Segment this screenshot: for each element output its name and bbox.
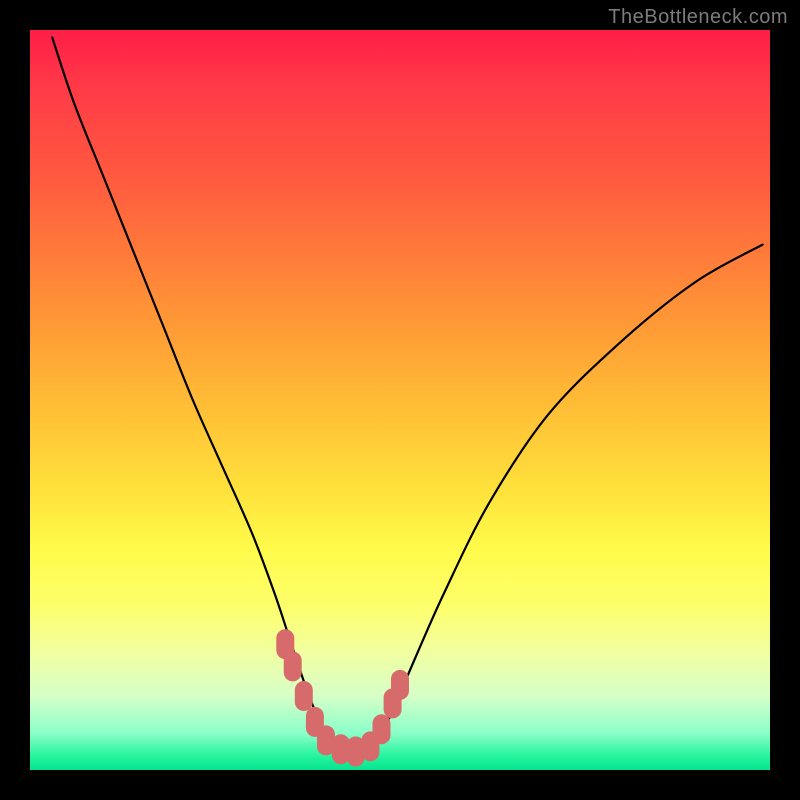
highlight-markers [276, 629, 409, 766]
bottleneck-curve-line [52, 37, 762, 753]
watermark-text: TheBottleneck.com [608, 6, 788, 29]
chart-plot [30, 30, 770, 770]
highlight-marker [373, 714, 391, 744]
highlight-marker [391, 670, 409, 700]
highlight-marker [284, 651, 302, 681]
highlight-marker [295, 681, 313, 711]
chart-area [30, 30, 770, 770]
